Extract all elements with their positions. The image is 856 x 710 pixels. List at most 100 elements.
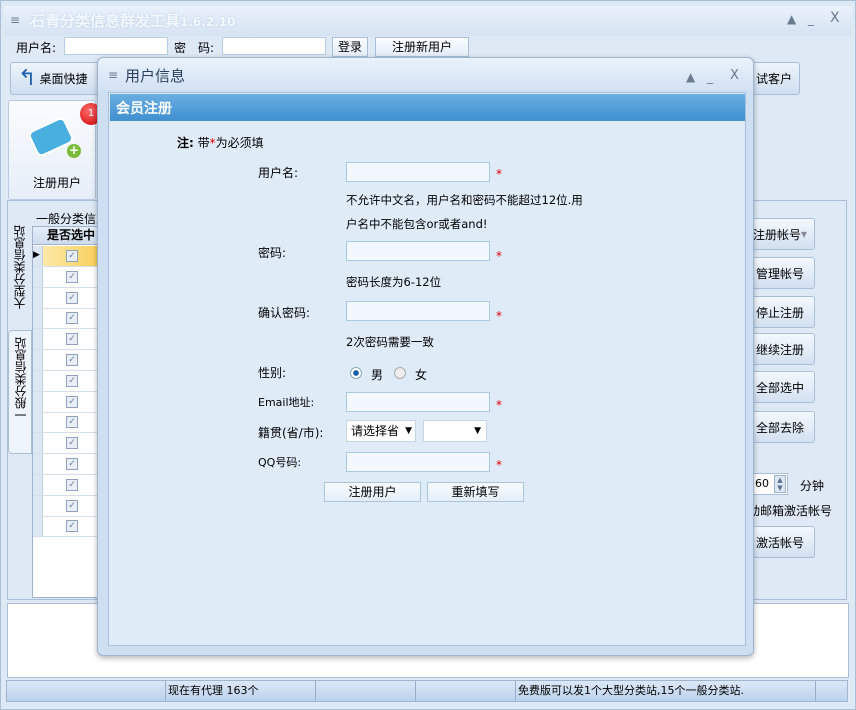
status-bar: 现在有代理 163个 免费版可以发1个大型分类站,15个一般分类站. <box>6 680 848 702</box>
table-row[interactable]: ✓ <box>33 350 99 371</box>
row-checkbox[interactable]: ✓ <box>66 458 78 470</box>
table-row[interactable]: ▶ ✓ <box>33 246 99 267</box>
login-button[interactable]: 登录 <box>332 37 368 57</box>
row-header[interactable] <box>33 433 43 454</box>
confirm-password-label: 确认密码: <box>258 306 311 320</box>
row-header[interactable] <box>33 495 43 516</box>
row-checkbox[interactable]: ✓ <box>66 374 78 387</box>
action-button-2[interactable]: 停止注册 <box>745 296 815 328</box>
row-header[interactable] <box>33 308 43 329</box>
table-row[interactable]: ✓ <box>33 433 99 455</box>
row-checkbox[interactable]: ✓ <box>66 478 78 491</box>
table-row[interactable]: ✓ <box>33 370 99 392</box>
row-header[interactable] <box>33 412 43 433</box>
action-button-label: 注册帐号 <box>752 227 801 242</box>
row-checkbox[interactable]: ✓ <box>66 333 78 346</box>
activate-account-button[interactable]: 激活帐号 <box>745 526 815 558</box>
action-button-label: 管理帐号 <box>755 266 804 281</box>
qq-input[interactable] <box>346 452 490 472</box>
table-row[interactable]: ✓ <box>33 308 99 330</box>
dialog-restore-icon[interactable]: ▲ <box>686 70 695 84</box>
required-star: * <box>496 398 502 412</box>
interval-value: 60 <box>755 477 769 490</box>
action-button-5[interactable]: 全部去除 <box>745 411 815 443</box>
row-checkbox[interactable]: ✓ <box>66 312 78 325</box>
gender-male-label[interactable]: 男 <box>371 366 383 383</box>
login-password-input[interactable] <box>222 37 326 55</box>
note-prefix: 注: <box>177 136 194 150</box>
restore-icon[interactable]: ▲ <box>787 12 796 26</box>
gender-female-label[interactable]: 女 <box>415 366 427 383</box>
row-header[interactable]: ▶ <box>33 246 43 266</box>
reg-username-label: 用户名: <box>258 166 299 180</box>
row-header[interactable] <box>33 266 43 287</box>
note-text: 为必须填 <box>215 136 264 150</box>
reset-form-button[interactable]: 重新填写 <box>427 482 524 502</box>
tab-large-sites[interactable]: 大型分类信息站 <box>11 225 28 309</box>
table-row[interactable]: ✓ <box>33 474 99 496</box>
action-button-4[interactable]: 全部选中 <box>745 371 815 403</box>
add-icon: + <box>67 143 81 158</box>
row-header[interactable] <box>33 516 43 537</box>
action-button-label: 停止注册 <box>755 305 804 320</box>
table-row[interactable]: ✓ <box>33 516 99 538</box>
row-header[interactable] <box>33 350 43 370</box>
row-checkbox[interactable]: ✓ <box>66 437 78 450</box>
table-row[interactable]: ✓ <box>33 391 99 413</box>
table-row[interactable]: ✓ <box>33 329 99 351</box>
province-select[interactable]: 请选择省 ▼ <box>346 420 416 442</box>
row-checkbox[interactable]: ✓ <box>66 499 78 512</box>
row-header[interactable] <box>33 454 43 474</box>
table-row[interactable]: ✓ <box>33 266 99 288</box>
gender-female-radio[interactable] <box>394 367 406 379</box>
row-header[interactable] <box>33 287 43 308</box>
close-icon[interactable]: X <box>830 10 840 26</box>
submit-register-button[interactable]: 注册用户 <box>324 482 421 502</box>
confirm-password-input[interactable] <box>346 301 490 321</box>
dialog-minimize-icon[interactable]: _ <box>707 70 713 84</box>
dialog-close-icon[interactable]: X <box>730 68 739 83</box>
action-button-1[interactable]: 管理帐号 <box>745 257 815 289</box>
reg-username-input[interactable] <box>346 162 490 182</box>
auto-activate-label: 动邮箱激活帐号 <box>748 504 833 518</box>
activate-account-label: 激活帐号 <box>755 535 804 550</box>
action-button-0[interactable]: 注册帐号 ▾ <box>745 218 815 250</box>
stepper-arrows-icon[interactable]: ▲ ▼ <box>774 475 786 493</box>
row-checkbox[interactable]: ✓ <box>66 250 78 262</box>
province-value: 请选择省 <box>351 424 400 438</box>
row-header[interactable] <box>33 391 43 412</box>
required-note: 注: 带*为必须填 <box>177 134 264 151</box>
tab-general-sites[interactable]: 一般分类信息站 <box>12 337 29 421</box>
table-row[interactable]: ✓ <box>33 412 99 434</box>
row-header[interactable] <box>33 370 43 391</box>
dialog-menu-icon[interactable]: ≡ <box>108 68 118 82</box>
email-input[interactable] <box>346 392 490 412</box>
desktop-shortcut-button[interactable]: ↰ 桌面快捷 <box>12 63 102 94</box>
row-header[interactable] <box>33 474 43 495</box>
required-star: * <box>496 167 502 181</box>
menu-icon[interactable]: ≡ <box>10 13 20 27</box>
row-checkbox[interactable]: ✓ <box>66 354 78 366</box>
row-checkbox[interactable]: ✓ <box>66 291 78 304</box>
city-select[interactable]: ▼ <box>423 420 487 442</box>
test-customer-button[interactable]: 试客户 <box>756 70 792 87</box>
reg-password-input[interactable] <box>346 241 490 261</box>
register-new-user-button[interactable]: 注册新用户 <box>375 37 469 57</box>
row-checkbox[interactable]: ✓ <box>66 270 78 283</box>
free-notice: 免费版可以发1个大型分类站,15个一般分类站. <box>515 681 815 701</box>
action-button-label: 继续注册 <box>755 342 804 357</box>
proxy-count: 现在有代理 163个 <box>165 681 315 701</box>
column-header-selected[interactable]: 是否选中 <box>33 227 99 245</box>
table-row[interactable]: ✓ <box>33 287 99 309</box>
table-row[interactable]: ✓ <box>33 454 99 475</box>
login-username-input[interactable] <box>64 37 168 55</box>
gender-male-radio[interactable] <box>350 367 362 379</box>
register-user-label: 注册用户 <box>33 176 82 190</box>
row-checkbox[interactable]: ✓ <box>66 416 78 429</box>
action-button-3[interactable]: 继续注册 <box>745 333 815 365</box>
row-header[interactable] <box>33 329 43 350</box>
row-checkbox[interactable]: ✓ <box>66 395 78 408</box>
minimize-icon[interactable]: _ <box>808 12 814 26</box>
row-checkbox[interactable]: ✓ <box>66 520 78 533</box>
table-row[interactable]: ✓ <box>33 495 99 517</box>
